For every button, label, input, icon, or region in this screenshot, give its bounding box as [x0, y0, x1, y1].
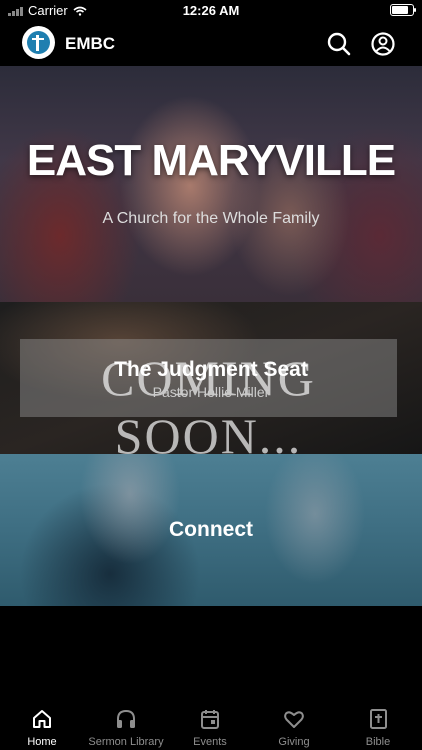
battery-icon	[390, 4, 416, 16]
connect-card[interactable]: Connect	[0, 454, 422, 606]
hero-subtitle: A Church for the Whole Family	[102, 210, 320, 227]
bible-icon	[370, 709, 387, 729]
tab-sermon-library-label: Sermon Library	[88, 736, 164, 748]
home-icon	[33, 710, 51, 728]
search-icon[interactable]	[326, 31, 352, 57]
tab-home-label: Home	[27, 736, 57, 748]
calendar-icon	[201, 710, 219, 729]
tab-bible[interactable]: Bible	[336, 700, 420, 750]
church-logo[interactable]	[22, 26, 55, 59]
headphones-icon	[117, 709, 135, 728]
sermon-speaker: Pastor Hollie Miller	[152, 384, 270, 400]
tab-home[interactable]: Home	[0, 700, 84, 750]
status-bar: Carrier 12:26 AM	[0, 0, 422, 22]
hero-title: EAST MARYVILLE	[26, 136, 396, 185]
hero-card[interactable]: EAST MARYVILLE A Church for the Whole Fa…	[0, 66, 422, 302]
status-time: 12:26 AM	[182, 3, 240, 18]
connect-title: Connect	[169, 518, 253, 541]
tab-events[interactable]: Events	[168, 700, 252, 750]
tab-giving-label: Giving	[278, 736, 310, 748]
tab-bar: Home Sermon Library Events Giving Bible	[0, 700, 422, 750]
tab-events-label: Events	[193, 736, 227, 748]
app-header: EMBC	[0, 22, 422, 66]
tab-sermon-library[interactable]: Sermon Library	[84, 700, 168, 750]
sermon-card[interactable]: COMING SOON... The Judgment Seat Pastor …	[0, 302, 422, 454]
app-title: EMBC	[65, 34, 116, 53]
tab-bible-label: Bible	[365, 736, 391, 748]
tab-giving[interactable]: Giving	[252, 700, 336, 750]
sermon-title: The Judgment Seat	[114, 358, 308, 381]
heart-icon	[284, 711, 304, 728]
account-icon[interactable]	[370, 31, 396, 57]
